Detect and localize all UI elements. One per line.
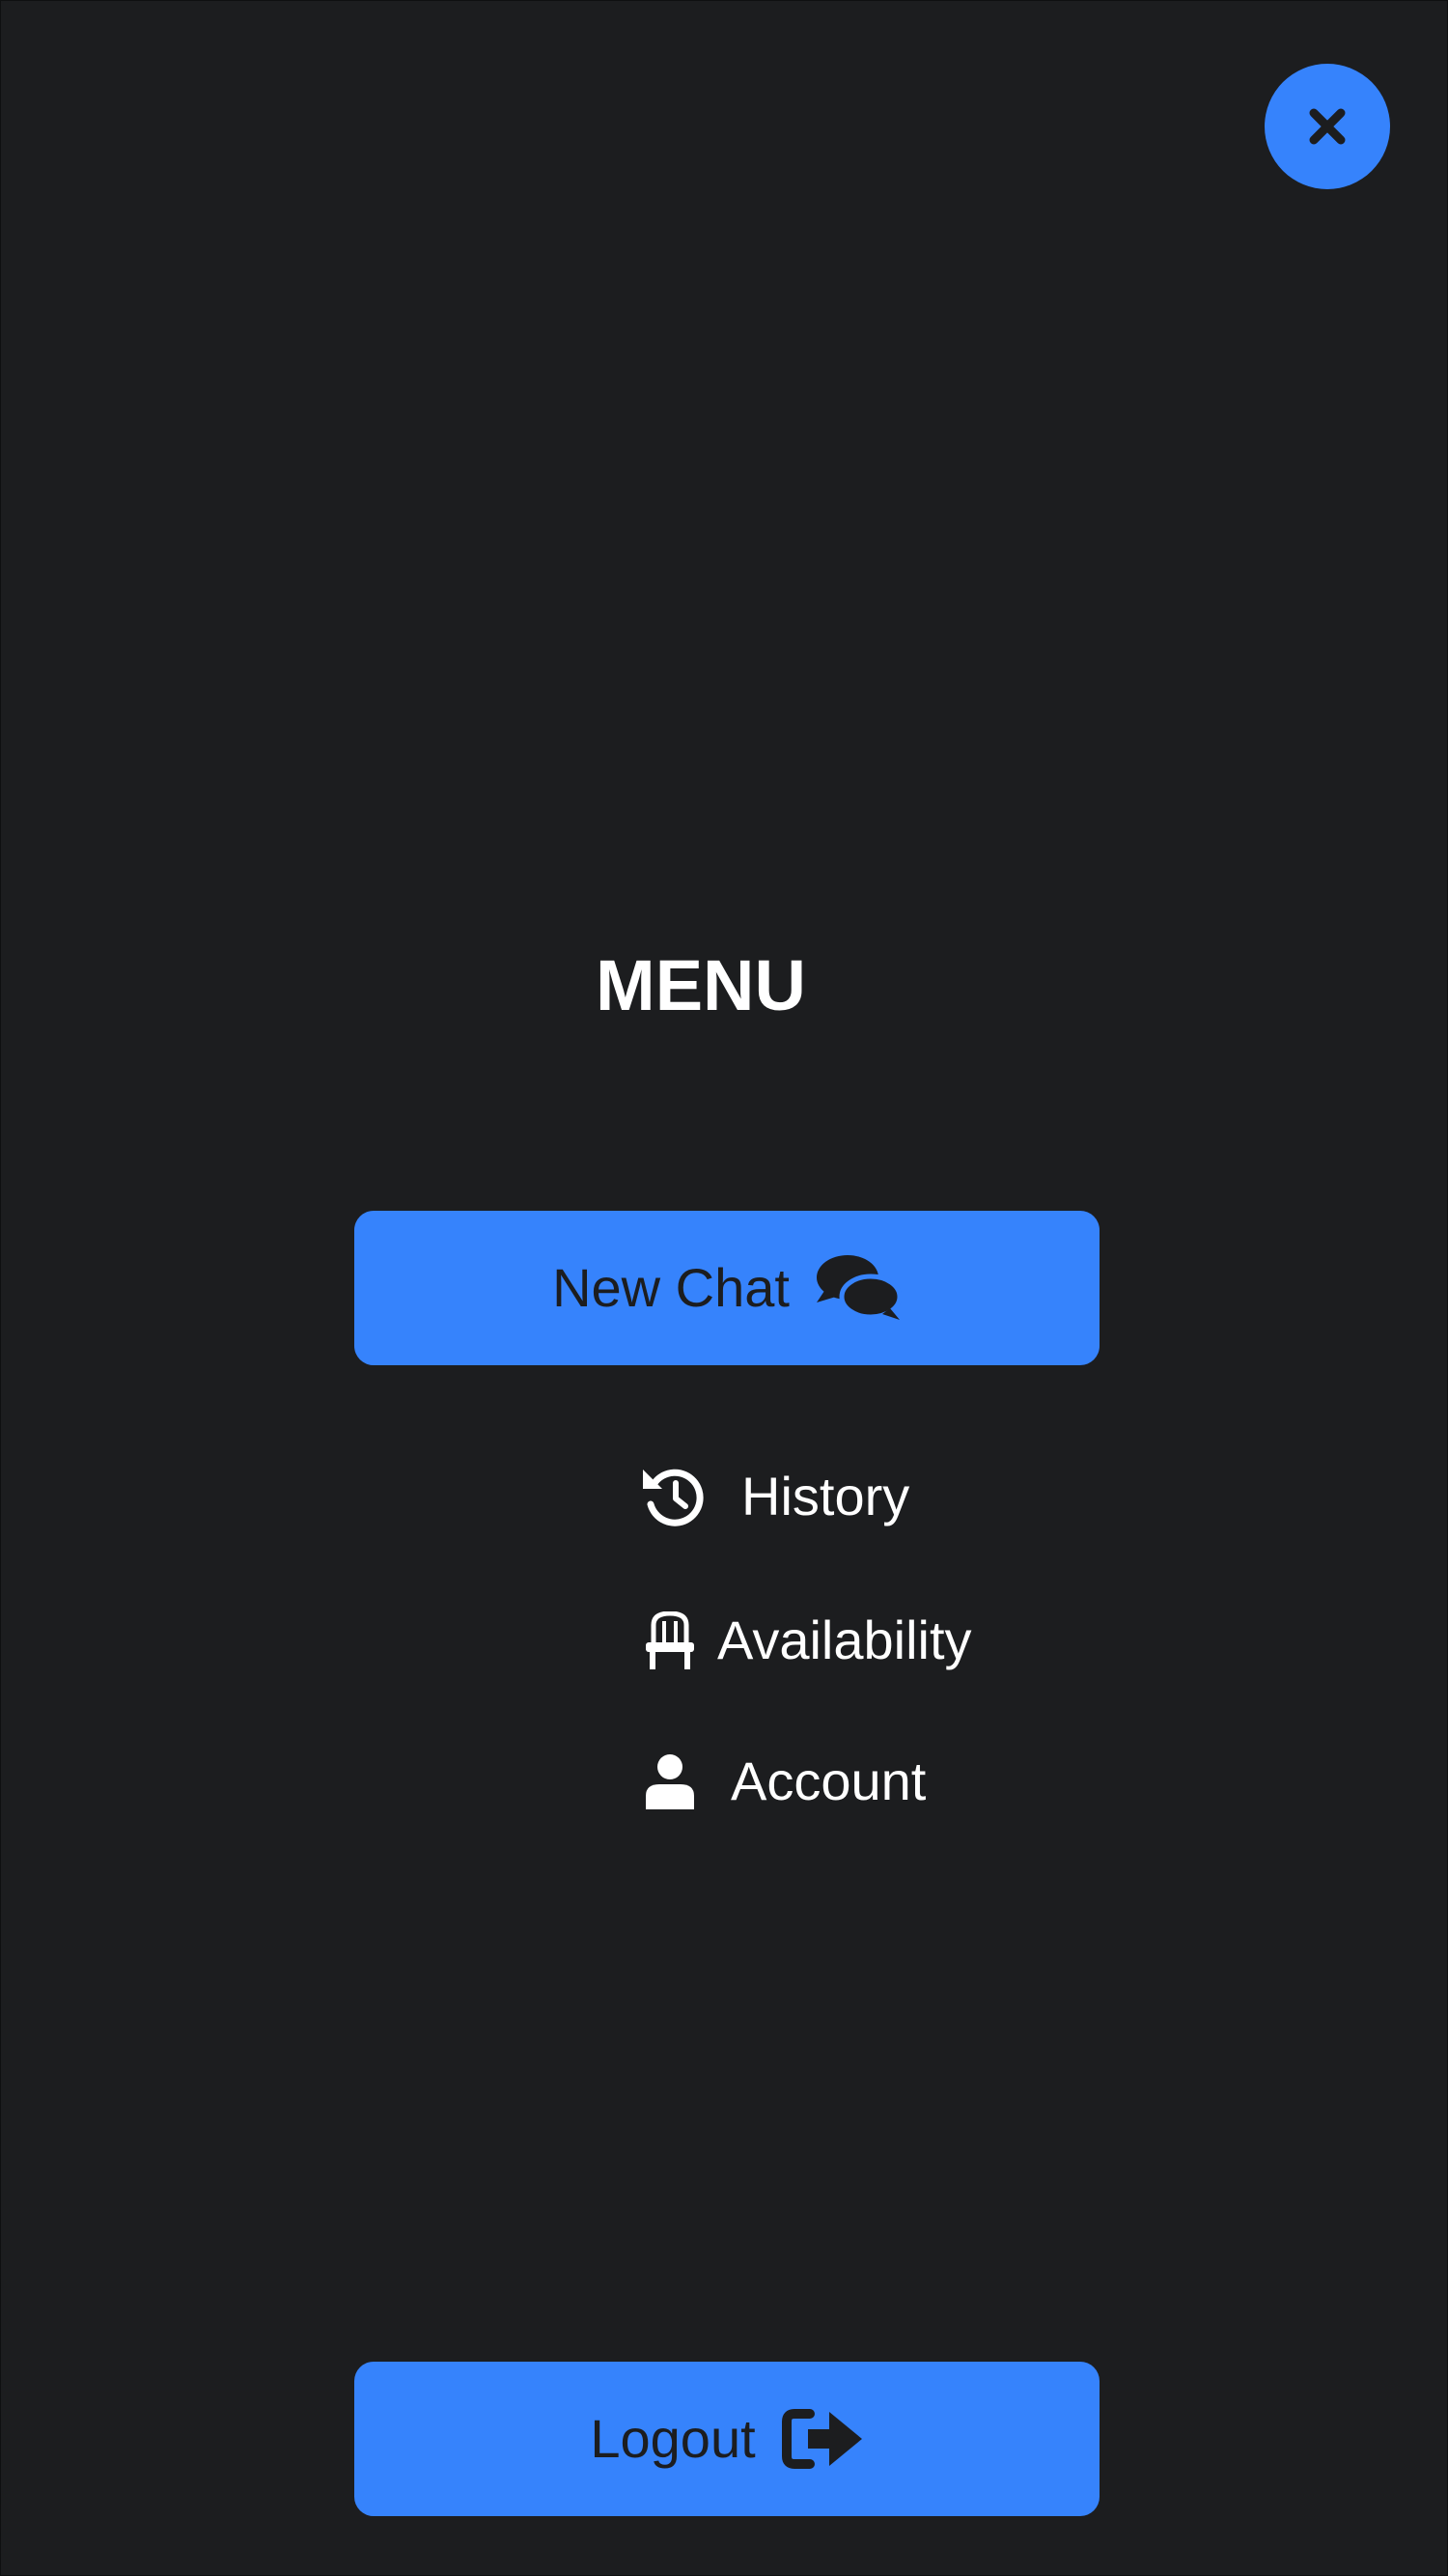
menu-item-history[interactable]: History xyxy=(641,1464,909,1529)
menu-screen: MENU New Chat History Availability Accou… xyxy=(0,0,1448,2576)
close-button[interactable] xyxy=(1265,64,1390,189)
logout-label: Logout xyxy=(590,2408,756,2469)
menu-item-label: History xyxy=(741,1466,910,1526)
logout-button[interactable]: Logout xyxy=(354,2362,1100,2516)
chair-icon xyxy=(646,1611,694,1669)
menu-item-availability[interactable]: Availability xyxy=(646,1611,972,1669)
menu-item-label: Account xyxy=(731,1750,927,1811)
new-chat-button[interactable]: New Chat xyxy=(354,1211,1100,1365)
menu-item-label: Availability xyxy=(717,1610,972,1670)
menu-title: MENU xyxy=(596,945,806,1025)
history-icon xyxy=(641,1464,707,1529)
user-icon xyxy=(646,1753,694,1809)
menu-item-account[interactable]: Account xyxy=(646,1752,926,1810)
sign-out-icon xyxy=(781,2406,864,2472)
comments-icon xyxy=(815,1254,902,1322)
close-icon xyxy=(1306,105,1349,148)
new-chat-label: New Chat xyxy=(552,1257,790,1318)
